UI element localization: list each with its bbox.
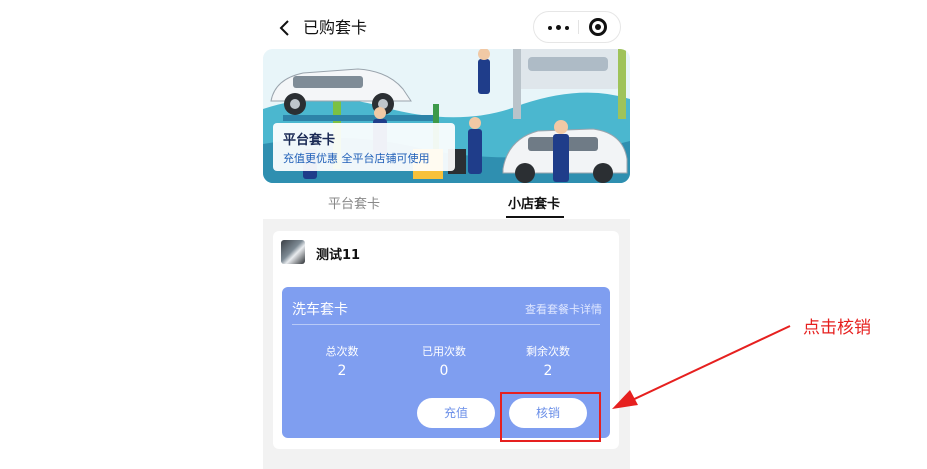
annotation-text: 点击核销 bbox=[803, 318, 871, 338]
annotation-arrow bbox=[612, 325, 791, 409]
